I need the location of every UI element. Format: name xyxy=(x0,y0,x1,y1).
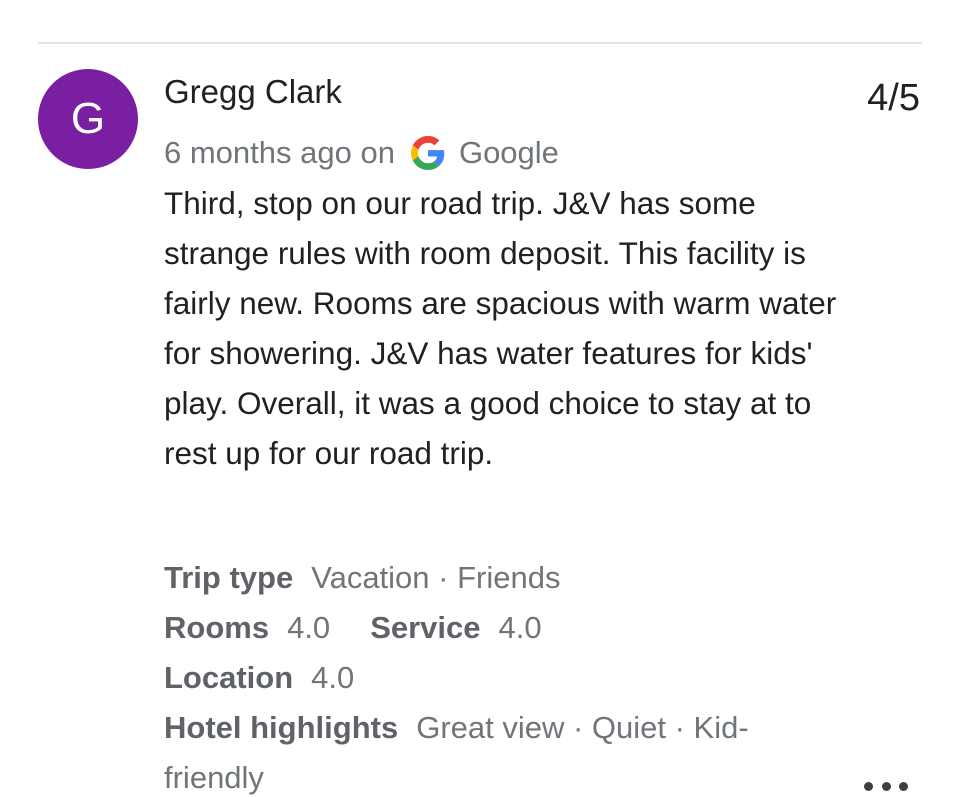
review-time: 6 months ago on xyxy=(164,135,395,170)
review-source: Google xyxy=(458,135,559,170)
service-value: 4.0 xyxy=(498,610,542,645)
trip-type-row: Trip type Vacation · Friends xyxy=(164,553,864,603)
review-meta: 6 months ago on Google xyxy=(164,133,559,173)
review-body: Third, stop on our road trip. J&V has so… xyxy=(164,185,837,471)
rooms-value: 4.0 xyxy=(287,610,331,645)
top-divider xyxy=(38,42,922,44)
review-rating: 4/5 xyxy=(867,77,920,119)
more-options-button[interactable] xyxy=(864,778,908,794)
review-card: G Gregg Clark 4/5 6 months ago on Google… xyxy=(0,0,960,797)
highlights-row: Hotel highlights Great view · Quiet · Kid… xyxy=(164,703,844,797)
rooms-service-row: Rooms 4.0 Service 4.0 xyxy=(164,603,864,653)
more-horizontal-icon xyxy=(899,781,908,791)
highlights-label: Hotel highlights xyxy=(164,710,399,745)
more-horizontal-icon xyxy=(881,781,891,791)
reviewer-name[interactable]: Gregg Clark xyxy=(164,72,342,112)
location-value: 4.0 xyxy=(311,660,355,695)
location-row: Location 4.0 xyxy=(164,653,864,703)
more-horizontal-icon xyxy=(864,781,873,791)
google-g-icon xyxy=(410,136,445,170)
rooms-label: Rooms xyxy=(164,610,270,645)
trip-type-label: Trip type xyxy=(164,560,294,595)
service-label: Service xyxy=(370,610,481,645)
avatar[interactable]: G xyxy=(38,69,138,169)
location-label: Location xyxy=(164,660,294,695)
avatar-initial: G xyxy=(70,94,106,143)
trip-type-value: Vacation · Friends xyxy=(311,560,561,595)
review-details: Trip type Vacation · Friends Rooms 4.0 Serv… xyxy=(164,553,864,797)
